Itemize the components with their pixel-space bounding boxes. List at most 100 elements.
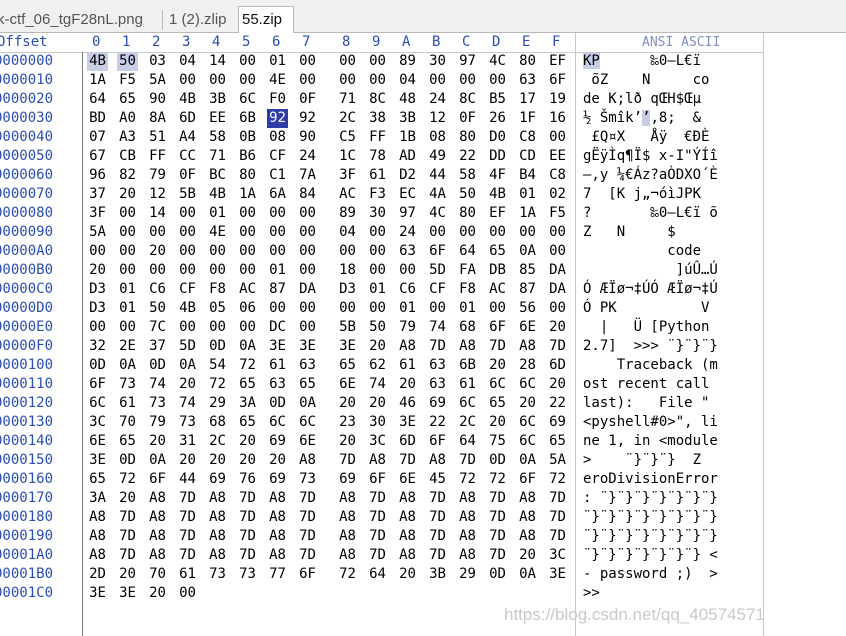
hex-byte[interactable]: A8 [267,527,288,546]
hex-byte[interactable]: 24 [397,223,418,242]
hex-byte[interactable]: 38 [367,109,388,128]
hex-byte[interactable]: FF [147,147,168,166]
hex-byte[interactable]: 00 [267,223,288,242]
hex-row[interactable]: 0000050 67 CB FF CC 71 B6 CF 24 1C 78 AD 49 22 DD CD EE g… [0,147,846,166]
hex-byte[interactable]: 00 [207,242,228,261]
hex-byte[interactable]: 04 [397,71,418,90]
hex-byte[interactable]: 6F [367,470,388,489]
hex-byte[interactable]: 1A [87,71,108,90]
hex-byte[interactable]: 0F [177,166,198,185]
hex-byte[interactable]: 74 [427,318,448,337]
hex-byte[interactable]: 85 [517,261,538,280]
hex-byte[interactable]: 6E [397,470,418,489]
hex-byte[interactable]: 01 [367,280,388,299]
ansi-text[interactable]: ¨}¨}¨}¨}¨}¨}¨}¨} [583,527,718,546]
hex-byte[interactable]: 90 [147,90,168,109]
hex-byte[interactable]: 3A [87,489,108,508]
hex-byte[interactable]: 00 [297,71,318,90]
hex-byte[interactable]: CD [517,147,538,166]
hex-byte[interactable]: 6F [427,242,448,261]
ansi-text[interactable]: - password ;) > [583,565,718,584]
hex-byte[interactable]: 73 [147,394,168,413]
hex-byte[interactable]: F8 [457,280,478,299]
hex-byte[interactable]: DA [547,280,568,299]
hex-byte[interactable]: 7D [367,508,388,527]
hex-byte[interactable]: 7D [487,489,508,508]
hex-byte[interactable]: 00 [487,71,508,90]
hex-byte[interactable]: 14 [147,204,168,223]
hex-byte[interactable]: CF [427,280,448,299]
hex-byte[interactable]: 22 [427,413,448,432]
hex-byte[interactable]: 0A [237,337,258,356]
hex-byte[interactable]: 75 [487,432,508,451]
hex-byte[interactable]: A4 [177,128,198,147]
hex-byte[interactable]: 20 [487,413,508,432]
hex-byte[interactable]: 77 [267,565,288,584]
hex-byte[interactable]: A8 [147,508,168,527]
hex-byte[interactable]: 1F [517,109,538,128]
hex-row[interactable]: 0000080 3F 00 14 00 01 00 00 00 89 30 97 4C 80 EF 1A F5?… [0,204,846,223]
hex-byte[interactable]: FF [367,128,388,147]
hex-byte[interactable]: 6D [397,432,418,451]
hex-byte[interactable]: EC [397,185,418,204]
hex-row[interactable]: 00001B0 2D 20 70 61 73 73 77 6F 72 64 20 3B 29 0D 0A 3E-… [0,565,846,584]
hex-row[interactable]: 0000130 3C 70 79 73 68 65 6C 6C 23 30 3E 22 2C 20 6C 69 <… [0,413,846,432]
hex-byte[interactable]: 72 [207,375,228,394]
hex-byte[interactable]: 7D [487,508,508,527]
hex-byte[interactable]: BC [207,166,228,185]
ansi-text[interactable]: de K;lð qŒH$Œµ [583,90,701,109]
hex-byte[interactable]: 6F [427,432,448,451]
hex-byte[interactable]: A8 [397,508,418,527]
hex-row[interactable]: 00000C0 D3 01 C6 CF F8 AC 87 DA D3 01 C6 CF F8 AC 87 DA Ó… [0,280,846,299]
hex-byte[interactable]: 20 [517,546,538,565]
hex-byte[interactable]: 7D [367,546,388,565]
hex-byte[interactable]: 20 [547,375,568,394]
hex-row[interactable]: 00000D0 D3 01 50 4B 05 06 00 00 00 00 01 00 01 00 56 00 Ó… [0,299,846,318]
hex-byte[interactable]: 2C [207,432,228,451]
hex-byte[interactable]: 6F [297,565,318,584]
hex-byte[interactable]: 08 [427,128,448,147]
hex-byte[interactable]: 72 [337,565,358,584]
hex-byte[interactable]: 80 [517,52,538,71]
hex-byte[interactable]: A8 [147,527,168,546]
hex-byte[interactable]: 00 [117,223,138,242]
hex-byte[interactable]: 20 [117,565,138,584]
hex-byte[interactable]: 50 [457,185,478,204]
hex-byte[interactable]: 12 [147,185,168,204]
hex-byte[interactable]: 5B [337,318,358,337]
ansi-text[interactable]: > ¨}¨}¨} Z [583,451,701,470]
hex-byte[interactable]: 7D [117,527,138,546]
hex-byte[interactable]: A8 [397,337,418,356]
hex-byte[interactable]: 20 [517,394,538,413]
hex-byte[interactable]: A0 [117,109,138,128]
hex-byte[interactable]: 56 [517,299,538,318]
hex-byte[interactable]: A8 [87,508,108,527]
hex-byte[interactable]: 00 [117,204,138,223]
hex-byte[interactable]: 80 [237,166,258,185]
hex-byte[interactable]: 7D [427,337,448,356]
hex-byte[interactable]: 7A [297,166,318,185]
hex-byte[interactable]: 0F [297,90,318,109]
hex-byte[interactable]: A8 [207,527,228,546]
hex-byte[interactable]: DA [297,280,318,299]
hex-byte[interactable]: 8C [457,90,478,109]
hex-byte[interactable]: 3B [397,109,418,128]
hex-byte[interactable]: 4E [267,71,288,90]
hex-byte[interactable]: 7D [177,546,198,565]
hex-byte[interactable]: A8 [457,508,478,527]
hex-byte[interactable]: 69 [267,470,288,489]
hex-byte[interactable]: A3 [117,128,138,147]
hex-byte[interactable]: 65 [237,375,258,394]
hex-byte[interactable]: A8 [457,337,478,356]
hex-byte[interactable]: 20 [487,356,508,375]
hex-byte[interactable]: 6C [517,375,538,394]
hex-byte[interactable]: C5 [337,128,358,147]
hex-byte[interactable]: 3B [427,565,448,584]
hex-byte[interactable]: 61 [457,375,478,394]
hex-byte[interactable]: 20 [87,261,108,280]
hex-byte[interactable]: 7D [337,451,358,470]
hex-byte[interactable]: 73 [177,413,198,432]
hex-byte[interactable]: 00 [237,71,258,90]
hex-byte[interactable]: A8 [297,451,318,470]
hex-byte[interactable]: 65 [487,242,508,261]
